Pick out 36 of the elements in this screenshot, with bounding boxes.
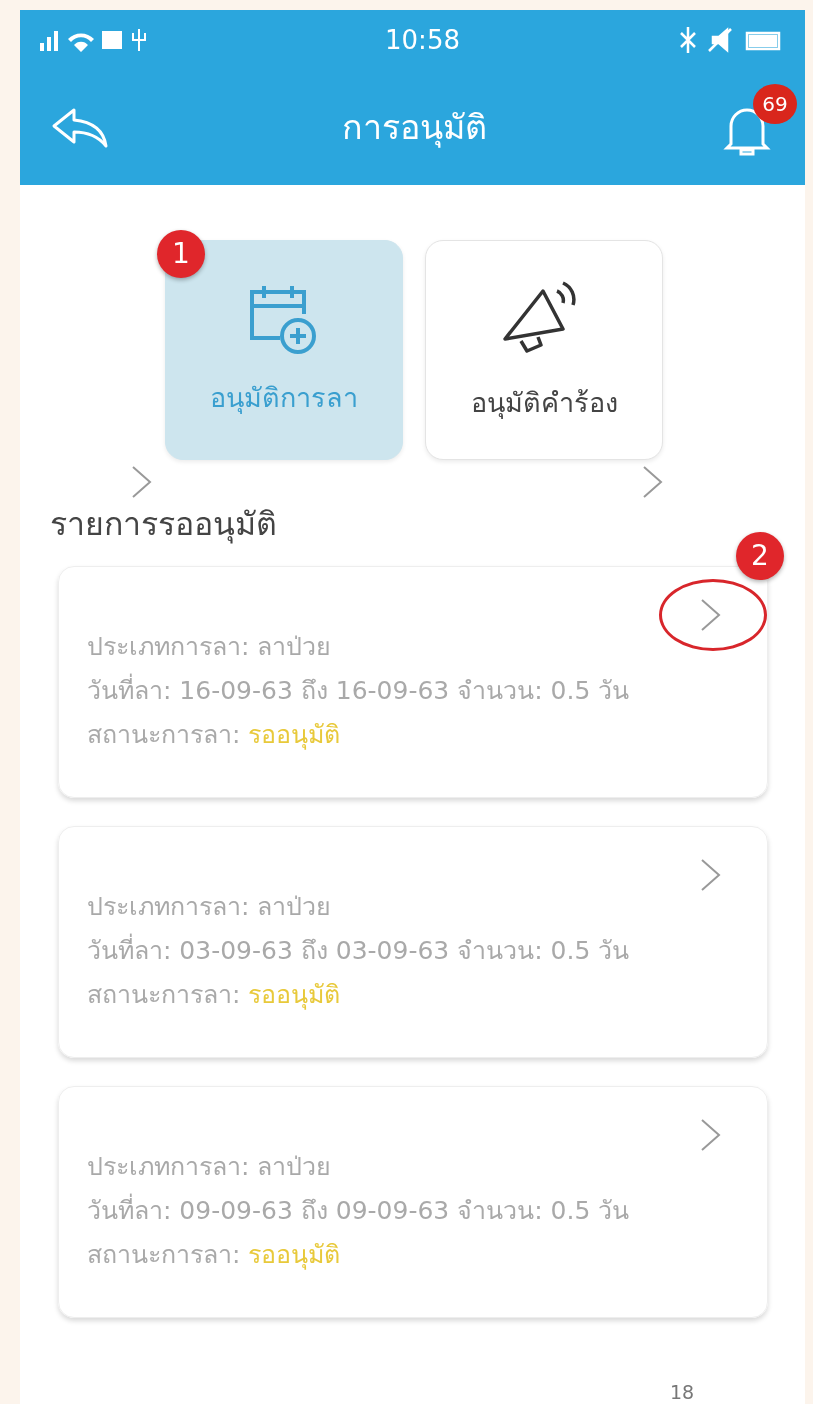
page-number: 18 [670,1380,695,1404]
chevron-right-icon[interactable] [699,1117,723,1153]
notification-badge: 69 [753,83,797,124]
status-label: สถานะการลา: [87,719,241,751]
status-value: รออนุมัติ [248,979,341,1012]
step-marker: 1 [157,230,205,278]
tile-label: อนุมัติการลา [210,380,358,416]
request-card[interactable]: ประเภทการลา: ลาป่วย วันที่ลา: 09-09-63 ถึง 09-09-63 จำนวน: 0.5 วัน สถานะการลา: รออนุมัติ [58,1086,768,1318]
request-card[interactable]: ประเภทการลา: ลาป่วย วันที่ลา: 03-09-63 ถึง 03-09-63 จำนวน: 0.5 วัน สถานะการลา: รออนุมัติ [58,826,768,1058]
leave-dates: วันที่ลา: 03-09-63 ถึง 03-09-63 จำนวน: 0.5 วัน [87,929,630,973]
mute-icon [708,27,732,53]
leave-type: ประเภทการลา: ลาป่วย [87,631,332,663]
page-title: การอนุมัติ [342,106,487,150]
status-label: สถานะการลา: [87,979,241,1011]
status-value: รออนุมัติ [248,719,341,752]
chevron-right-icon[interactable] [699,857,723,893]
chevron-right-icon[interactable] [699,597,723,633]
usb-icon [132,29,146,51]
leave-type: ประเภทการลา: ลาป่วย [87,1151,332,1183]
category-tile[interactable]: อนุมัติคำร้อง [425,240,663,460]
leave-type: ประเภทการลา: ลาป่วย [87,891,332,923]
image-icon [102,31,122,49]
step-marker: 2 [736,532,784,580]
leave-dates: วันที่ลา: 09-09-63 ถึง 09-09-63 จำนวน: 0.5 วัน [87,1189,630,1233]
status-time: 10:58 [385,23,460,57]
battery-icon [745,31,781,51]
chevron-right-icon[interactable] [641,464,665,500]
signal-icon [40,31,58,51]
leave-dates: วันที่ลา: 16-09-63 ถึง 16-09-63 จำนวน: 0.5 วัน [87,669,630,713]
tile-label: อนุมัติคำร้อง [470,385,618,421]
chevron-right-icon[interactable] [130,464,154,500]
status-value: รออนุมัติ [248,1239,341,1272]
bluetooth-icon [679,25,697,55]
wifi-icon [68,33,94,52]
status-label: สถานะการลา: [87,1239,241,1271]
section-title: รายการรออนุมัติ [49,504,278,546]
